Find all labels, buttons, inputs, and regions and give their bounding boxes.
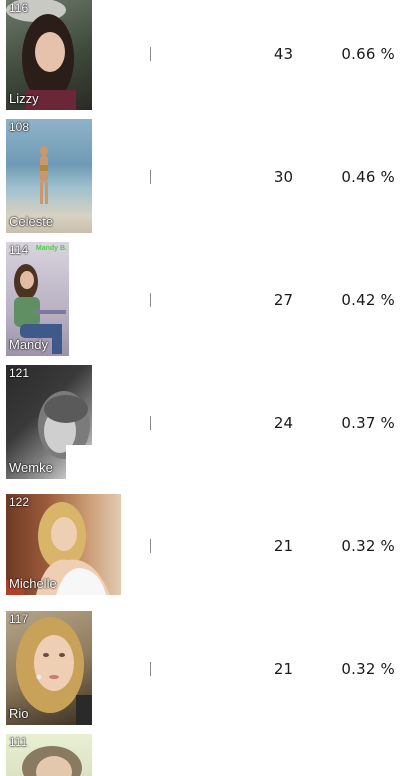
contestant-name: Celeste [9, 214, 54, 229]
vote-bar [150, 416, 151, 430]
watermark-text: Mandy B. [35, 245, 67, 252]
vote-percent: 0.32 % [341, 660, 395, 678]
contestant-name: Wemke [9, 460, 53, 475]
rank-number: 116 [9, 1, 29, 15]
vote-bar [150, 539, 151, 553]
vote-percent: 0.66 % [341, 45, 395, 63]
photo-thumbnail[interactable]: 122 Michelle [6, 494, 121, 595]
list-item: 122 Michelle 21 0.32 % [0, 493, 412, 597]
photo-thumbnail[interactable]: 108 Celeste [6, 119, 92, 233]
contestant-name: Michelle [9, 576, 57, 591]
photo-thumbnail[interactable]: 121 Wemke [6, 365, 92, 479]
vote-bar [150, 293, 151, 307]
list-item: Mandy B. 114 Mandy 27 0.42 % [0, 241, 412, 357]
vote-bar [150, 47, 151, 61]
vote-percent: 0.32 % [341, 537, 395, 555]
vote-count: 21 [273, 660, 293, 678]
vote-percent: 0.46 % [341, 168, 395, 186]
rank-number: 114 [9, 243, 29, 257]
list-item: 117 Rio 21 0.32 % [0, 610, 412, 726]
rank-number: 121 [9, 366, 30, 380]
list-item: 108 Celeste 30 0.46 % [0, 118, 412, 234]
vote-count: 30 [273, 168, 293, 186]
rank-number: 108 [9, 120, 30, 134]
vote-count: 21 [273, 537, 293, 555]
vote-percent: 0.42 % [341, 291, 395, 309]
contestant-name: Lizzy [9, 91, 39, 106]
photo-thumbnail[interactable]: Mandy B. 114 Mandy [6, 242, 69, 356]
photo-thumbnail[interactable]: 111 [6, 734, 92, 776]
vote-count: 43 [273, 45, 293, 63]
photo-thumbnail[interactable]: 116 Lizzy [6, 0, 92, 110]
rank-number: 117 [9, 612, 29, 626]
list-item: 121 Wemke 24 0.37 % [0, 364, 412, 480]
contestant-name: Mandy [9, 337, 49, 352]
rank-number: 111 [9, 735, 28, 749]
vote-percent: 0.37 % [341, 414, 395, 432]
vote-count: 24 [273, 414, 293, 432]
photo-thumbnail[interactable]: 117 Rio [6, 611, 92, 725]
vote-bar [150, 662, 151, 676]
vote-count: 27 [273, 291, 293, 309]
rank-number: 122 [9, 495, 30, 509]
list-item: 111 [0, 733, 412, 776]
vote-bar [150, 170, 151, 184]
list-item: 116 Lizzy 43 0.66 % [0, 0, 412, 112]
contestant-name: Rio [9, 706, 29, 721]
